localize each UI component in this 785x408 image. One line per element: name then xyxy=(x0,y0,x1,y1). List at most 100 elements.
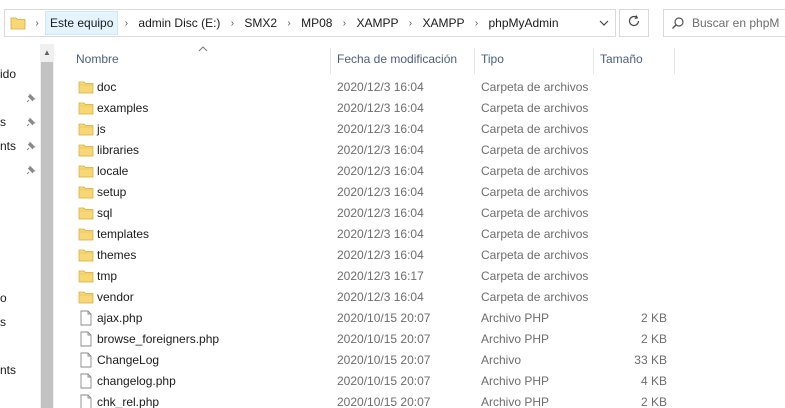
file-date: 2020/12/3 16:04 xyxy=(337,206,424,220)
column-header-type[interactable]: Tipo xyxy=(475,44,593,74)
chevron-right-icon[interactable]: › xyxy=(29,18,45,29)
chevron-right-icon[interactable]: › xyxy=(468,18,484,29)
breadcrumb-phpmyadmin[interactable]: phpMyAdmin xyxy=(484,11,562,35)
chevron-down-icon[interactable] xyxy=(597,16,611,30)
breadcrumb-este-equipo[interactable]: Este equipo xyxy=(45,11,119,35)
file-row[interactable]: ChangeLog 2020/10/15 20:07 Archivo 33 KB xyxy=(54,350,785,371)
file-type: Archivo PHP xyxy=(481,332,550,346)
file-size: 2 KB xyxy=(640,395,667,408)
scroll-up-icon[interactable]: ▲ xyxy=(40,44,54,60)
chevron-right-icon[interactable]: › xyxy=(224,18,240,29)
folder-icon xyxy=(7,10,29,36)
file-name[interactable]: changelog.php xyxy=(97,371,176,392)
file-type: Archivo PHP xyxy=(481,374,550,388)
column-header-size[interactable]: Tamaño xyxy=(594,44,674,74)
column-header-name[interactable]: Nombre xyxy=(70,44,330,74)
file-name[interactable]: templates xyxy=(97,224,149,245)
file-row[interactable]: doc 2020/12/3 16:04 Carpeta de archivos xyxy=(54,77,785,98)
chevron-right-icon[interactable]: › xyxy=(336,18,352,29)
pin-icon[interactable] xyxy=(24,93,36,105)
file-date: 2020/12/3 16:04 xyxy=(337,248,424,262)
file-name[interactable]: ChangeLog xyxy=(97,350,159,371)
file-row[interactable]: js 2020/12/3 16:04 Carpeta de archivos xyxy=(54,119,785,140)
folder-icon xyxy=(78,79,94,95)
file-name[interactable]: setup xyxy=(97,182,126,203)
file-size xyxy=(594,245,667,266)
nav-item-6[interactable]: s xyxy=(0,312,6,332)
file-row[interactable]: vendor 2020/12/3 16:04 Carpeta de archivos xyxy=(54,287,785,308)
breadcrumb-admin-disc[interactable]: admin Disc (E:) xyxy=(134,11,224,35)
chevron-right-icon[interactable]: › xyxy=(402,18,418,29)
file-list: doc 2020/12/3 16:04 Carpeta de archivos exa… xyxy=(54,77,785,408)
file-name[interactable]: js xyxy=(97,119,106,140)
file-type: Carpeta de archivos xyxy=(481,290,589,304)
file-size xyxy=(594,161,667,182)
nav-item-3[interactable]: nts xyxy=(0,136,16,156)
pin-icon[interactable] xyxy=(24,117,36,129)
nav-item-quick-access[interactable]: ido xyxy=(0,64,16,84)
file-size xyxy=(594,119,667,140)
file-name[interactable]: chk_rel.php xyxy=(97,392,159,408)
file-row[interactable]: examples 2020/12/3 16:04 Carpeta de archiv… xyxy=(54,98,785,119)
file-row[interactable]: setup 2020/12/3 16:04 Carpeta de archivos xyxy=(54,182,785,203)
file-type: Carpeta de archivos xyxy=(481,227,589,241)
file-row[interactable]: changelog.php 2020/10/15 20:07 Archivo PHP… xyxy=(54,371,785,392)
nav-item-7[interactable]: nts xyxy=(0,360,16,380)
pin-icon[interactable] xyxy=(24,165,36,177)
folder-icon xyxy=(78,268,94,284)
file-type: Carpeta de archivos xyxy=(481,185,589,199)
nav-scrollbar-thumb[interactable] xyxy=(41,62,53,408)
file-row[interactable]: chk_rel.php 2020/10/15 20:07 Archivo PHP 2 … xyxy=(54,392,785,408)
file-name[interactable]: tmp xyxy=(97,266,117,287)
file-size xyxy=(594,224,667,245)
file-row[interactable]: sql 2020/12/3 16:04 Carpeta de archivos xyxy=(54,203,785,224)
file-date: 2020/12/3 16:04 xyxy=(337,122,424,136)
folder-icon xyxy=(78,247,94,263)
nav-item-2[interactable]: s xyxy=(0,112,6,132)
file-type: Carpeta de archivos xyxy=(481,164,589,178)
column-divider[interactable] xyxy=(674,48,675,74)
file-name[interactable]: doc xyxy=(97,77,116,98)
column-header-date[interactable]: Fecha de modificación xyxy=(331,44,475,74)
file-name[interactable]: locale xyxy=(97,161,128,182)
chevron-right-icon[interactable]: › xyxy=(118,18,134,29)
address-bar[interactable]: › Este equipo › admin Disc (E:) › SMX2 ›… xyxy=(4,9,616,37)
file-row[interactable]: ajax.php 2020/10/15 20:07 Archivo PHP 2 KB xyxy=(54,308,785,329)
file-date: 2020/12/3 16:04 xyxy=(337,227,424,241)
file-row[interactable]: libraries 2020/12/3 16:04 Carpeta de archi… xyxy=(54,140,785,161)
file-name[interactable]: vendor xyxy=(97,287,134,308)
folder-icon xyxy=(78,289,94,305)
nav-item-5[interactable]: o xyxy=(0,288,7,308)
folder-icon xyxy=(78,100,94,116)
folder-icon xyxy=(78,163,94,179)
pin-icon[interactable] xyxy=(24,141,36,153)
file-row[interactable]: templates 2020/12/3 16:04 Carpeta de archi… xyxy=(54,224,785,245)
folder-icon xyxy=(78,142,94,158)
file-type: Archivo PHP xyxy=(481,311,550,325)
file-name[interactable]: examples xyxy=(97,98,148,119)
file-date: 2020/10/15 20:07 xyxy=(337,311,431,325)
refresh-button[interactable] xyxy=(619,9,649,37)
file-type: Carpeta de archivos xyxy=(481,269,589,283)
file-row[interactable]: browse_foreigners.php 2020/10/15 20:07 Arc… xyxy=(54,329,785,350)
breadcrumb-xampp-2[interactable]: XAMPP xyxy=(418,11,468,35)
file-row[interactable]: themes 2020/12/3 16:04 Carpeta de archivos xyxy=(54,245,785,266)
file-name[interactable]: libraries xyxy=(97,140,139,161)
folder-icon xyxy=(78,184,94,200)
file-size xyxy=(594,77,667,98)
file-name[interactable]: ajax.php xyxy=(97,308,142,329)
file-date: 2020/12/3 16:04 xyxy=(337,143,424,157)
breadcrumb-mp08[interactable]: MP08 xyxy=(297,11,336,35)
file-name[interactable]: sql xyxy=(97,203,112,224)
file-row[interactable]: locale 2020/12/3 16:04 Carpeta de archivos xyxy=(54,161,785,182)
file-type: Carpeta de archivos xyxy=(481,143,589,157)
file-name[interactable]: themes xyxy=(97,245,136,266)
file-type: Carpeta de archivos xyxy=(481,101,589,115)
search-input[interactable]: Buscar en phpM xyxy=(663,9,785,37)
chevron-right-icon[interactable]: › xyxy=(281,18,297,29)
file-date: 2020/10/15 20:07 xyxy=(337,353,431,367)
breadcrumb-smx2[interactable]: SMX2 xyxy=(240,11,281,35)
breadcrumb-xampp-1[interactable]: XAMPP xyxy=(352,11,402,35)
file-row[interactable]: tmp 2020/12/3 16:17 Carpeta de archivos xyxy=(54,266,785,287)
file-name[interactable]: browse_foreigners.php xyxy=(97,329,219,350)
